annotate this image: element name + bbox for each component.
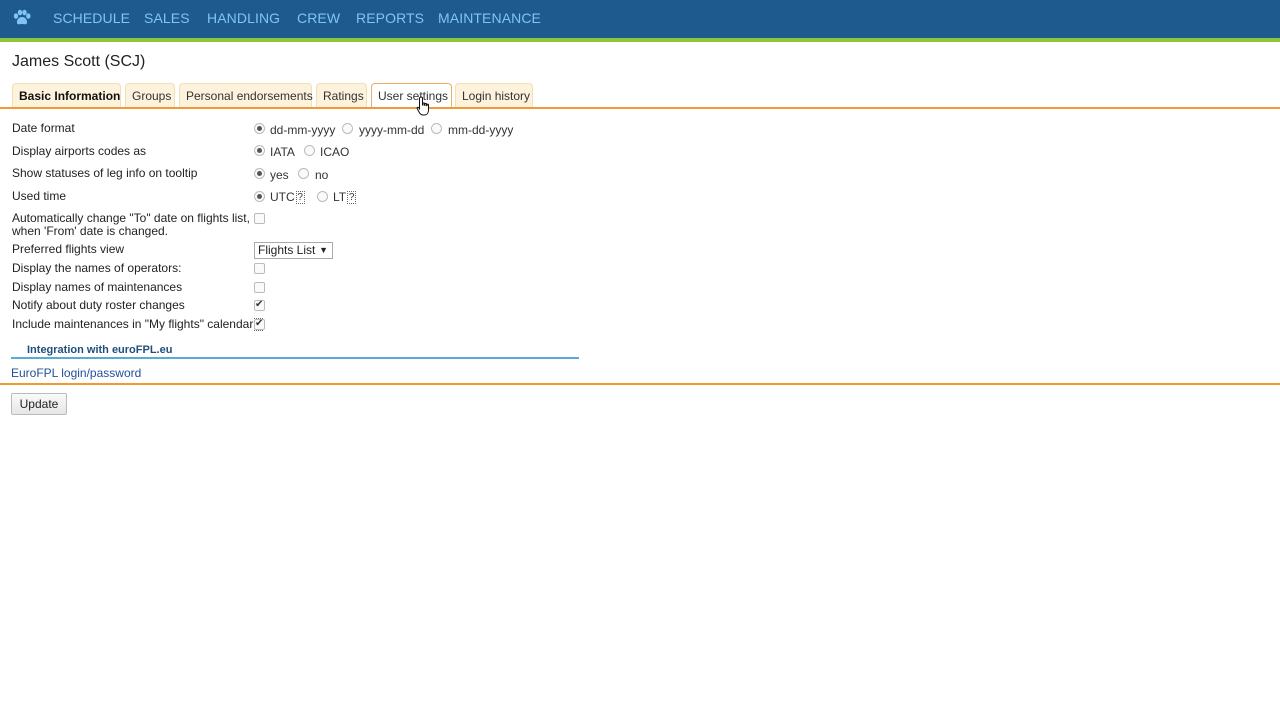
nav-crew[interactable]: CREW <box>297 10 340 26</box>
tabs-divider <box>0 107 1280 109</box>
used-time-option-label: LT <box>333 190 347 204</box>
nav-schedule[interactable]: SCHEDULE <box>53 10 130 26</box>
notify-roster-label: Notify about duty roster changes <box>12 298 185 312</box>
airport-codes-label: Display airports codes as <box>12 144 147 158</box>
page-title: James Scott (SCJ) <box>12 53 146 70</box>
help-icon[interactable]: ? <box>347 191 357 205</box>
form-bottom-divider <box>0 383 1280 385</box>
date-format-option-label: dd-mm-yyyy <box>270 123 336 137</box>
date-format-radio-mm-dd-yyyy[interactable] <box>431 123 442 134</box>
paw-icon[interactable] <box>12 8 32 28</box>
help-icon[interactable]: ? <box>295 191 305 205</box>
used-time-radio-lt[interactable] <box>317 191 328 202</box>
nav-sales[interactable]: SALES <box>144 10 190 26</box>
airport-codes-option-label: IATA <box>270 145 295 159</box>
include-maintenances-checkbox[interactable] <box>254 318 265 330</box>
top-navbar: SCHEDULE SALES HANDLING CREW REPORTS MAI… <box>0 0 1280 38</box>
leg-statuses-option-label: no <box>315 168 329 182</box>
nav-reports[interactable]: REPORTS <box>356 10 424 26</box>
used-time-option-lt: LT? <box>333 190 357 205</box>
notify-roster-checkbox[interactable] <box>254 299 265 311</box>
tab-login-history[interactable]: Login history <box>455 83 533 108</box>
include-maintenances-label: Include maintenances in "My flights" cal… <box>12 317 264 332</box>
nav-maintenance[interactable]: MAINTENANCE <box>438 10 541 26</box>
navbar-accent-line <box>0 38 1280 42</box>
date-format-option-label: yyyy-mm-dd <box>359 123 425 137</box>
integration-divider <box>11 357 579 359</box>
operators-names-checkbox[interactable] <box>254 263 265 274</box>
preferred-view-select[interactable]: Flights List ▼ <box>254 242 333 259</box>
preferred-view-value: Flights List <box>258 243 316 257</box>
caret-down-icon: ▼ <box>319 245 328 255</box>
hand-pointer-icon <box>416 96 429 116</box>
maintenance-names-checkbox[interactable] <box>254 282 265 293</box>
auto-change-to-date-checkbox[interactable] <box>254 213 265 224</box>
date-format-radio-dd-mm-yyyy[interactable] <box>254 123 265 134</box>
auto-change-to-date-label-line2: when 'From' date is changed. <box>12 224 168 238</box>
airport-codes-option-label: ICAO <box>320 145 350 159</box>
leg-statuses-option-label: yes <box>270 168 289 182</box>
leg-statuses-radio-no[interactable] <box>298 168 309 179</box>
airport-codes-radio-iata[interactable] <box>254 145 265 156</box>
tab-user-settings[interactable]: User settings <box>371 83 452 108</box>
eurofpl-login-link[interactable]: EuroFPL login/password <box>11 366 141 380</box>
preferred-view-label: Preferred flights view <box>12 242 125 256</box>
leg-statuses-radio-yes[interactable] <box>254 168 265 179</box>
used-time-radio-utc[interactable] <box>254 191 265 202</box>
tab-basic-information[interactable]: Basic Information <box>12 83 121 108</box>
integration-heading: Integration with euroFPL.eu <box>27 344 173 356</box>
airport-codes-radio-icao[interactable] <box>304 145 315 156</box>
tab-personal-endorsements[interactable]: Personal endorsements <box>179 83 313 108</box>
date-format-radio-yyyy-mm-dd[interactable] <box>342 123 353 134</box>
used-time-label: Used time <box>12 189 67 203</box>
tab-groups[interactable]: Groups <box>125 83 175 108</box>
include-maintenances-text: Include maintenances in "My flights" cal… <box>12 317 254 331</box>
operators-names-label: Display the names of operators: <box>12 261 182 275</box>
used-time-option-label: UTC <box>270 190 295 204</box>
maintenance-names-label: Display names of maintenances <box>12 280 183 294</box>
nav-handling[interactable]: HANDLING <box>207 10 280 26</box>
date-format-option-label: mm-dd-yyyy <box>448 123 514 137</box>
date-format-label: Date format <box>12 121 75 135</box>
update-button[interactable]: Update <box>11 393 67 415</box>
used-time-option-utc: UTC? <box>270 190 305 205</box>
tab-ratings[interactable]: Ratings <box>316 83 367 108</box>
leg-statuses-label: Show statuses of leg info on tooltip <box>12 166 198 180</box>
